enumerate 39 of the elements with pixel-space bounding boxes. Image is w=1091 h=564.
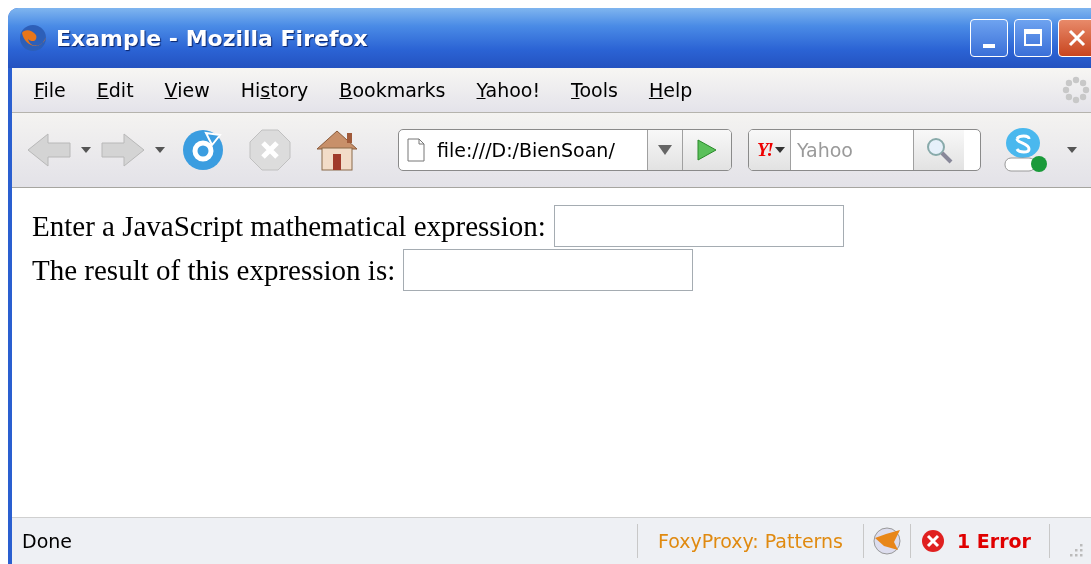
menu-item[interactable]: File	[26, 75, 74, 105]
search-icon	[925, 136, 953, 164]
field-label: Enter a JavaScript mathematical expression:	[32, 209, 546, 243]
error-count[interactable]: 1 Error	[911, 529, 1049, 553]
window-title: Example - Mozilla Firefox	[56, 25, 369, 51]
menu-item[interactable]: Edit	[88, 75, 142, 105]
minimize-button[interactable]	[970, 19, 1008, 57]
forward-history-caret[interactable]	[155, 147, 165, 153]
address-bar[interactable]: file:///D:/BienSoan/	[398, 129, 732, 171]
status-text: Done	[21, 530, 73, 552]
menu-item[interactable]: History	[232, 75, 317, 105]
url-text: file:///D:/BienSoan/	[437, 139, 615, 161]
maximize-button[interactable]	[1014, 19, 1052, 57]
input-field[interactable]	[553, 205, 844, 247]
search-engine-logo[interactable]: Y!	[757, 139, 772, 161]
go-button[interactable]	[682, 130, 731, 170]
caret-icon[interactable]	[775, 147, 785, 153]
menu-item[interactable]: Bookmarks	[331, 75, 454, 105]
input-field[interactable]	[403, 249, 694, 291]
throbber-icon	[1062, 76, 1090, 104]
field-label: The result of this expression is:	[32, 253, 396, 287]
menu-item[interactable]: Tools	[563, 75, 626, 105]
play-arrow-icon	[696, 138, 718, 162]
history-dropdown-button[interactable]	[647, 130, 682, 170]
close-button[interactable]	[1058, 19, 1091, 57]
menu-item[interactable]: Yahoo!	[468, 75, 549, 105]
search-button[interactable]	[913, 130, 964, 170]
page-icon	[407, 138, 425, 162]
close-icon	[1067, 28, 1087, 48]
menu-item[interactable]: View	[156, 75, 218, 105]
error-icon	[921, 529, 945, 553]
search-bar[interactable]: Y! Yahoo	[748, 129, 981, 171]
menu-item[interactable]: Help	[640, 75, 701, 105]
caret-icon	[658, 145, 672, 155]
maximize-icon	[1023, 28, 1043, 48]
back-history-caret[interactable]	[81, 147, 91, 153]
minimize-icon	[983, 44, 995, 48]
reload-button[interactable]	[180, 127, 226, 173]
caret-icon[interactable]	[1067, 147, 1077, 153]
